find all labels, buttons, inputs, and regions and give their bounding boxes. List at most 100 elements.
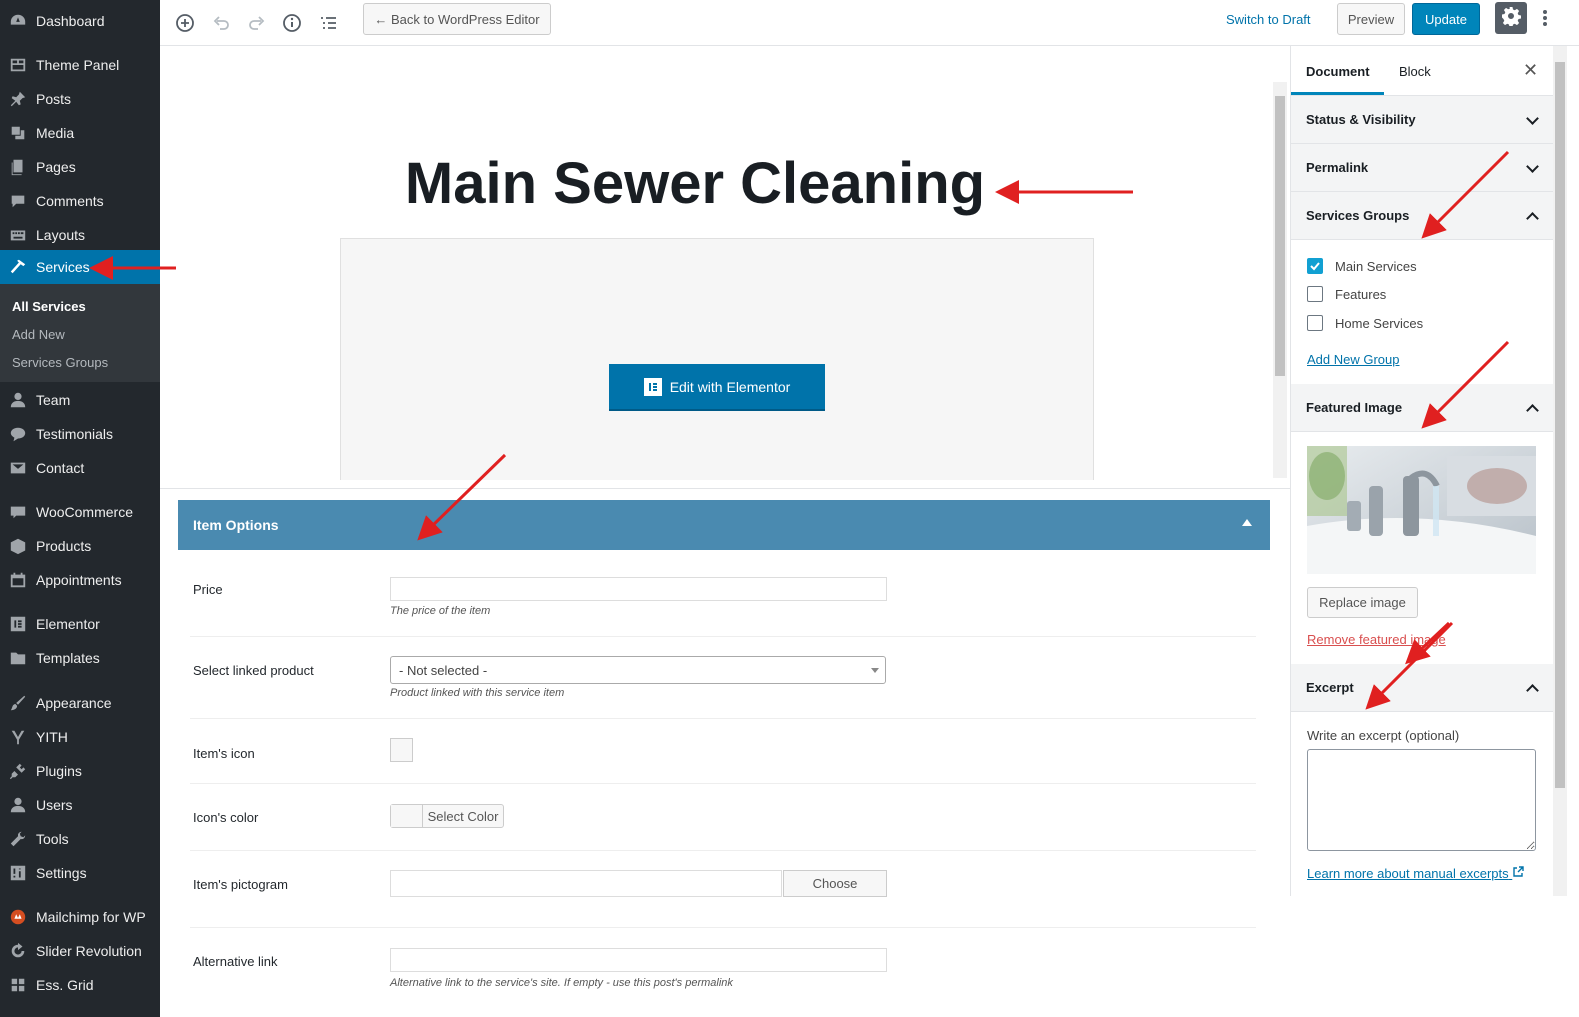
calendar-icon [0, 571, 36, 589]
panel-title: Services Groups [1306, 208, 1410, 223]
excerpt-textarea[interactable] [1307, 749, 1536, 851]
menu-item-tools[interactable]: Tools [0, 822, 160, 856]
submenu-all-services[interactable]: All Services [12, 299, 86, 314]
admin-sidebar: Dashboard Theme Panel Posts Media Pages … [0, 0, 160, 1017]
update-button[interactable]: Update [1412, 3, 1480, 35]
menu-item-comments[interactable]: Comments [0, 184, 160, 218]
keyboard-icon [0, 226, 36, 244]
item-icon-picker[interactable] [390, 738, 413, 762]
tab-document[interactable]: Document [1306, 64, 1370, 79]
editor-scrollbar[interactable] [1273, 82, 1287, 478]
add-new-group-link[interactable]: Add New Group [1307, 352, 1400, 367]
undo-icon[interactable] [206, 8, 236, 38]
menu-item-services[interactable]: Services [0, 250, 160, 284]
grid-icon [0, 976, 36, 994]
panel-title: Featured Image [1306, 400, 1403, 415]
pictogram-input[interactable] [390, 870, 782, 897]
menu-item-users[interactable]: Users [0, 788, 160, 822]
remove-featured-image-link[interactable]: Remove featured image [1307, 632, 1446, 647]
menu-item-testimonials[interactable]: Testimonials [0, 417, 160, 451]
menu-item-theme-panel[interactable]: Theme Panel [0, 48, 160, 82]
price-label: Price [193, 582, 223, 597]
panel-status-visibility[interactable]: Status & Visibility [1291, 96, 1553, 144]
panel-featured-image[interactable]: Featured Image [1291, 384, 1553, 432]
menu-label: Comments [36, 193, 104, 209]
checkbox-label: Main Services [1335, 258, 1417, 274]
scrollbar-thumb[interactable] [1275, 96, 1285, 376]
panel-permalink[interactable]: Permalink [1291, 144, 1553, 192]
menu-item-pages[interactable]: Pages [0, 150, 160, 184]
menu-item-elementor[interactable]: Elementor [0, 607, 160, 641]
item-options-header[interactable]: Item Options [178, 500, 1270, 550]
menu-item-mailchimp[interactable]: Mailchimp for WP [0, 900, 160, 934]
group-checkbox-main-services[interactable]: Main Services [1307, 258, 1417, 274]
menu-item-products[interactable]: Products [0, 529, 160, 563]
user-icon [0, 796, 36, 814]
checkbox-checked-icon[interactable] [1307, 258, 1323, 274]
menu-item-media[interactable]: Media [0, 116, 160, 150]
tab-block[interactable]: Block [1399, 64, 1431, 79]
price-input[interactable] [390, 577, 887, 601]
checkbox-label: Features [1335, 286, 1387, 302]
settings-button[interactable] [1495, 2, 1527, 34]
menu-item-team[interactable]: Team [0, 383, 160, 417]
menu-item-settings[interactable]: Settings [0, 856, 160, 890]
menu-item-contact[interactable]: Contact [0, 451, 160, 485]
switch-to-draft-link[interactable]: Switch to Draft [1226, 12, 1311, 27]
post-title[interactable]: Main Sewer Cleaning [160, 150, 1230, 217]
sidebar-tabs: Document Block ✕ [1291, 46, 1553, 96]
menu-label: WooCommerce [36, 504, 133, 520]
choose-button[interactable]: Choose [783, 870, 887, 897]
menu-item-appointments[interactable]: Appointments [0, 563, 160, 597]
edit-with-elementor-button[interactable]: Edit with Elementor [609, 364, 825, 411]
sidebar-scrollbar[interactable] [1553, 46, 1567, 896]
replace-image-button[interactable]: Replace image [1307, 587, 1418, 618]
info-icon[interactable] [277, 8, 307, 38]
chevron-up-icon [1526, 684, 1539, 697]
scrollbar-thumb[interactable] [1555, 62, 1565, 788]
submenu-add-new[interactable]: Add New [12, 327, 65, 342]
checkbox-icon[interactable] [1307, 315, 1323, 331]
menu-label: Products [36, 538, 92, 554]
featured-image[interactable] [1307, 446, 1536, 574]
add-block-icon[interactable] [170, 8, 200, 38]
divider [190, 718, 1256, 719]
redo-icon[interactable] [242, 8, 272, 38]
more-options-button[interactable] [1534, 6, 1556, 34]
menu-item-ess-grid[interactable]: Ess. Grid [0, 968, 160, 1002]
menu-item-posts[interactable]: Posts [0, 82, 160, 116]
divider [160, 488, 1290, 489]
group-checkbox-home-services[interactable]: Home Services [1307, 315, 1423, 331]
submenu-services-groups[interactable]: Services Groups [12, 355, 108, 370]
select-color-button[interactable]: Select Color [390, 804, 504, 828]
menu-label: Theme Panel [36, 57, 120, 73]
back-to-wordpress-editor-button[interactable]: ← Back to WordPress Editor [363, 3, 551, 35]
menu-item-yith[interactable]: YITH [0, 720, 160, 754]
menu-item-plugins[interactable]: Plugins [0, 754, 160, 788]
panel-excerpt[interactable]: Excerpt [1291, 664, 1553, 712]
learn-more-excerpts-link[interactable]: Learn more about manual excerpts [1307, 866, 1524, 881]
refresh-icon [0, 942, 36, 960]
panel-services-groups[interactable]: Services Groups [1291, 192, 1553, 240]
menu-label: Mailchimp for WP [36, 909, 146, 925]
menu-item-dashboard[interactable]: Dashboard [0, 4, 160, 38]
close-icon[interactable]: ✕ [1523, 60, 1538, 81]
price-description: The price of the item [390, 605, 491, 617]
preview-button[interactable]: Preview [1337, 3, 1405, 35]
group-checkbox-features[interactable]: Features [1307, 286, 1386, 302]
linked-product-select[interactable]: - Not selected - [390, 656, 886, 684]
menu-item-layouts[interactable]: Layouts [0, 218, 160, 252]
divider [190, 927, 1256, 928]
collapse-arrow-icon[interactable] [1242, 519, 1252, 526]
outline-icon[interactable] [313, 8, 343, 38]
menu-label: Services [36, 259, 90, 275]
menu-item-woocommerce[interactable]: WooCommerce [0, 495, 160, 529]
panel-title: Excerpt [1306, 680, 1354, 695]
dashboard-icon [0, 12, 36, 30]
menu-label: Layouts [36, 227, 86, 243]
menu-item-templates[interactable]: Templates [0, 641, 160, 675]
alternative-link-input[interactable] [390, 948, 887, 972]
checkbox-icon[interactable] [1307, 286, 1323, 302]
menu-item-slider-revolution[interactable]: Slider Revolution [0, 934, 160, 968]
menu-item-appearance[interactable]: Appearance [0, 686, 160, 720]
